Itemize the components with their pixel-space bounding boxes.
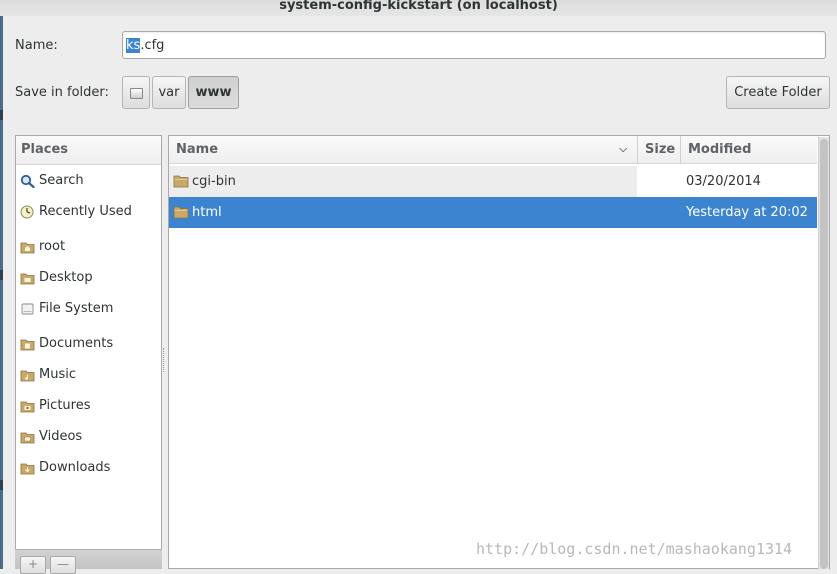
file-modified: 03/20/2014 bbox=[686, 174, 761, 189]
places-sidebar: Places Search Recently Used root Desktop bbox=[15, 135, 162, 569]
folder-icon bbox=[173, 206, 189, 219]
place-file-system[interactable]: File System bbox=[16, 298, 161, 320]
save-in-folder-label: Save in folder: bbox=[15, 85, 109, 100]
places-header: Places bbox=[16, 136, 161, 165]
place-label: Music bbox=[39, 367, 76, 382]
filename-rest-text: .cfg bbox=[140, 38, 165, 53]
place-label: root bbox=[39, 239, 66, 254]
filename-input[interactable]: ks.cfg bbox=[122, 31, 826, 59]
folder-icon bbox=[173, 175, 189, 188]
place-videos[interactable]: Videos bbox=[16, 426, 161, 448]
place-downloads[interactable]: Downloads bbox=[16, 457, 161, 479]
scrollbar-thumb[interactable] bbox=[820, 139, 828, 569]
pane-resize-handle[interactable] bbox=[163, 348, 167, 372]
place-desktop[interactable]: Desktop bbox=[16, 267, 161, 289]
place-label: File System bbox=[39, 301, 114, 316]
pictures-folder-icon bbox=[20, 401, 35, 413]
drive-icon bbox=[129, 88, 143, 99]
music-folder-icon bbox=[20, 370, 35, 382]
documents-folder-icon bbox=[20, 339, 35, 351]
clock-icon bbox=[20, 205, 34, 219]
path-segment-var[interactable]: var bbox=[152, 76, 186, 109]
name-label: Name: bbox=[15, 38, 58, 53]
search-icon bbox=[20, 174, 35, 188]
place-label: Downloads bbox=[39, 460, 111, 475]
place-root[interactable]: root bbox=[16, 236, 161, 258]
desktop-folder-icon bbox=[20, 273, 35, 285]
place-label: Search bbox=[39, 173, 84, 188]
place-label: Videos bbox=[39, 429, 83, 444]
file-modified: Yesterday at 20:02 bbox=[686, 205, 808, 220]
create-folder-button[interactable]: Create Folder bbox=[726, 76, 830, 109]
filename-selected-text: ks bbox=[126, 38, 141, 53]
file-row-html[interactable]: html Yesterday at 20:02 bbox=[169, 197, 817, 228]
file-list-scrollbar[interactable] bbox=[818, 137, 829, 569]
place-label: Documents bbox=[39, 336, 114, 351]
drive-icon bbox=[21, 303, 34, 315]
file-name: html bbox=[192, 205, 222, 220]
watermark: http://blog.csdn.net/mashaokang1314 bbox=[476, 540, 793, 558]
path-root-button[interactable] bbox=[122, 76, 150, 109]
desktop-edge bbox=[0, 0, 3, 569]
downloads-folder-icon bbox=[20, 463, 35, 475]
place-search[interactable]: Search bbox=[16, 170, 161, 192]
place-pictures[interactable]: Pictures bbox=[16, 395, 161, 417]
place-label: Pictures bbox=[39, 398, 91, 413]
videos-folder-icon bbox=[20, 432, 35, 444]
sort-chevron-down-icon: ⌵ bbox=[619, 144, 627, 155]
column-header-modified[interactable]: Modified bbox=[680, 136, 817, 164]
file-list: Name ⌵ Size Modified cgi-bin 03/20/2014 … bbox=[168, 135, 830, 569]
place-label: Desktop bbox=[39, 270, 93, 285]
place-documents[interactable]: Documents bbox=[16, 333, 161, 355]
path-segment-www[interactable]: www bbox=[188, 76, 239, 109]
place-music[interactable]: Music bbox=[16, 364, 161, 386]
home-folder-icon bbox=[20, 242, 35, 254]
file-name: cgi-bin bbox=[192, 174, 236, 189]
column-header-name[interactable]: Name ⌵ bbox=[169, 136, 637, 164]
column-name-label: Name bbox=[176, 142, 219, 157]
remove-bookmark-button[interactable]: — bbox=[50, 556, 76, 574]
places-toolbar: + — bbox=[15, 549, 162, 574]
place-label: Recently Used bbox=[39, 204, 132, 219]
file-row-cgi-bin[interactable]: cgi-bin 03/20/2014 bbox=[169, 166, 817, 197]
add-bookmark-button[interactable]: + bbox=[20, 556, 46, 574]
place-recently-used[interactable]: Recently Used bbox=[16, 201, 161, 223]
column-header-size[interactable]: Size bbox=[637, 136, 680, 164]
window-title: system-config-kickstart (on localhost) bbox=[0, 0, 837, 16]
